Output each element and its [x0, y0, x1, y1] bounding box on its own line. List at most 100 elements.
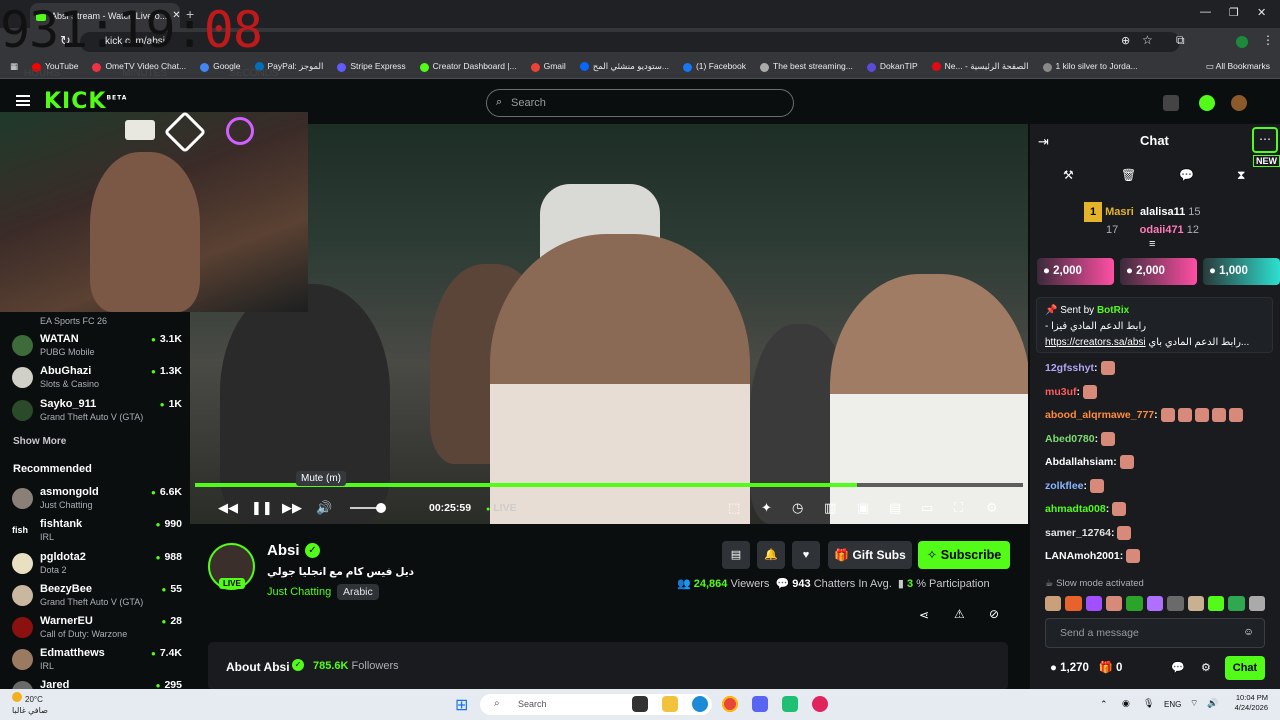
chat-message-input[interactable]: Send a message ☺: [1045, 618, 1265, 648]
chat-message[interactable]: mu3uf:: [1045, 384, 1097, 399]
language-tag[interactable]: Arabic: [337, 584, 379, 600]
file-explorer-icon[interactable]: [662, 696, 678, 712]
sidebar-channel-asmongold[interactable]: asmongoldJust Chatting6.6K: [12, 486, 182, 516]
minimize-button[interactable]: —: [1200, 6, 1211, 18]
report-icon[interactable]: ⚠: [954, 607, 965, 621]
bookmark-dokantip[interactable]: DokanTIP: [866, 61, 918, 72]
gift-tier-3[interactable]: ● 1,000: [1203, 258, 1280, 285]
pip-icon[interactable]: ▣: [857, 500, 869, 516]
bookmark-facebook[interactable]: (1) Facebook: [682, 61, 746, 72]
channel-points[interactable]: ● 1,270 🎁 0: [1050, 660, 1122, 674]
system-clock[interactable]: 10:04 PM 4/24/2026: [1222, 693, 1268, 713]
edge-icon[interactable]: [692, 696, 708, 712]
chat-message[interactable]: Abdallahsiam:: [1045, 455, 1134, 469]
windows-start-icon[interactable]: ⊞: [455, 695, 468, 715]
sparkle-icon[interactable]: ✦: [761, 500, 772, 516]
chat-message[interactable]: abood_alqrmawe_777:: [1045, 408, 1243, 422]
clear-chat-icon[interactable]: 🗑: [1121, 168, 1136, 182]
notification-bell-button[interactable]: 🔔: [757, 541, 785, 569]
maximize-button[interactable]: ❐: [1229, 6, 1239, 19]
tray-chevron-icon[interactable]: ⌃: [1100, 699, 1108, 710]
kick-points-icon[interactable]: [1199, 95, 1215, 111]
pinned-message[interactable]: 📌 Sent by BotRix رابط الدعم المادي فيزا …: [1036, 297, 1273, 353]
bookmark-stripe[interactable]: Stripe Express: [337, 61, 406, 72]
chrome-icon[interactable]: [722, 696, 738, 712]
gift-tier-2[interactable]: ● 2,000: [1120, 258, 1197, 285]
chat-message[interactable]: Abed0780:: [1045, 431, 1116, 446]
app-icon[interactable]: [812, 696, 828, 712]
pause-icon[interactable]: ❚❚: [251, 500, 273, 516]
stream-category[interactable]: Just Chatting: [267, 586, 331, 598]
input-language[interactable]: ENG: [1164, 700, 1181, 709]
bookmark-star-icon[interactable]: ☆: [1142, 33, 1153, 47]
share-icon[interactable]: ⋖: [919, 608, 929, 622]
volume-icon[interactable]: 🔊: [1207, 698, 1218, 709]
rewind-icon[interactable]: ◀◀: [218, 500, 238, 516]
sidebar-channel-edmatthews[interactable]: EdmatthewsIRL7.4K: [12, 647, 182, 677]
network-icon[interactable]: ⌔: [1190, 698, 1198, 709]
emote-bar[interactable]: [1045, 596, 1265, 612]
chat-message[interactable]: ahmadta008:: [1045, 502, 1127, 516]
bookmark-meta[interactable]: ستوديو منشئي المح...: [579, 61, 669, 72]
profile-avatar[interactable]: [1236, 36, 1248, 48]
chat-message[interactable]: 12gfsshyt:: [1045, 361, 1115, 375]
send-chat-button[interactable]: Chat: [1225, 656, 1265, 680]
sidebar-channel-watan[interactable]: WATANPUBG Mobile3.1K: [12, 333, 182, 363]
settings-gear-icon[interactable]: ⚙: [986, 500, 998, 516]
chat-message[interactable]: LANAmoh2001:: [1045, 549, 1141, 563]
chat-settings-icon[interactable]: ⚙: [1201, 661, 1211, 674]
bookmark-streaming[interactable]: The best streaming...: [760, 61, 853, 72]
weather-widget[interactable]: 20°C صافي غالبا: [12, 692, 48, 716]
volume-icon[interactable]: 🔊: [316, 500, 332, 516]
video-player[interactable]: [190, 124, 1028, 524]
chat-bubble-icon[interactable]: 💬: [1171, 661, 1185, 674]
chat-more-button[interactable]: ⋯: [1252, 127, 1278, 153]
gift-tier-1[interactable]: ● 2,000: [1037, 258, 1114, 285]
clip-list-button[interactable]: ▤: [722, 541, 750, 569]
theater-icon[interactable]: ▤: [889, 500, 901, 516]
chat-message[interactable]: zolkflee:: [1045, 478, 1105, 493]
clip-icon[interactable]: ⬚: [728, 500, 740, 516]
follow-heart-button[interactable]: ♥: [792, 541, 820, 569]
chat-message[interactable]: samer_12764:: [1045, 525, 1132, 540]
tray-icon[interactable]: ◉: [1122, 698, 1130, 709]
browser-menu-icon[interactable]: ⋮: [1262, 33, 1274, 47]
kick-logo[interactable]: KICKBETA: [44, 89, 127, 114]
microphone-icon[interactable]: 🎙: [1143, 698, 1154, 709]
live-indicator[interactable]: LIVE: [486, 502, 516, 514]
rewind-clock-icon[interactable]: ◷: [792, 500, 803, 516]
mod-hammer-icon[interactable]: ⚒: [1063, 168, 1074, 182]
chat-bubble-icon[interactable]: 💬: [1179, 168, 1194, 182]
hide-icon[interactable]: ⊘: [989, 607, 999, 621]
sidebar-channel-beezybee[interactable]: BeezyBeeGrand Theft Auto V (GTA)55: [12, 583, 182, 613]
discord-icon[interactable]: [752, 696, 768, 712]
sidebar-channel-jared[interactable]: Jared295: [12, 679, 182, 689]
volume-knob[interactable]: [376, 503, 386, 513]
sidebar-channel-warnereu[interactable]: WarnerEUCall of Duty: Warzone28: [12, 615, 182, 645]
close-window-button[interactable]: ✕: [1257, 6, 1266, 19]
zoom-icon[interactable]: ⊕: [1121, 34, 1130, 47]
gift-subs-button[interactable]: 🎁 Gift Subs: [828, 541, 912, 569]
sidebar-channel-abughazi[interactable]: AbuGhaziSlots & Casino1.3K: [12, 365, 182, 395]
user-avatar[interactable]: [1231, 95, 1247, 111]
slow-mode-hourglass-icon[interactable]: ⧗: [1237, 168, 1245, 183]
subscribe-button[interactable]: ✧ Subscribe: [918, 541, 1010, 569]
bookmark-creator-dashboard[interactable]: Creator Dashboard |...: [419, 61, 517, 72]
extensions-icon[interactable]: ⧉: [1176, 33, 1185, 48]
sidebar-channel-pgldota2[interactable]: pgldota2Dota 2988: [12, 551, 182, 581]
app-icon[interactable]: [782, 696, 798, 712]
cinema-icon[interactable]: ▭: [921, 500, 933, 516]
fullscreen-icon[interactable]: ⛶: [954, 500, 963, 516]
bookmark-netflix[interactable]: Ne... - الصفحة الرئيسية: [931, 61, 1029, 72]
apps-grid-icon[interactable]: ▦: [10, 61, 18, 72]
show-more-link[interactable]: Show More: [13, 436, 66, 447]
hamburger-menu-icon[interactable]: [16, 95, 30, 106]
sidebar-channel-fishtank[interactable]: fishfishtankIRL990: [12, 518, 182, 548]
sidebar-channel-sayko[interactable]: Sayko_911Grand Theft Auto V (GTA)1K: [12, 398, 182, 428]
stats-icon[interactable]: ▥: [824, 500, 836, 516]
fast-forward-icon[interactable]: ▶▶: [282, 500, 302, 516]
expand-leaderboard-icon[interactable]: ≡: [1149, 238, 1155, 250]
channel-name[interactable]: Absi: [267, 542, 300, 559]
all-bookmarks-button[interactable]: ▭ All Bookmarks: [1206, 61, 1270, 72]
collapse-chat-icon[interactable]: ⇥: [1038, 134, 1049, 150]
